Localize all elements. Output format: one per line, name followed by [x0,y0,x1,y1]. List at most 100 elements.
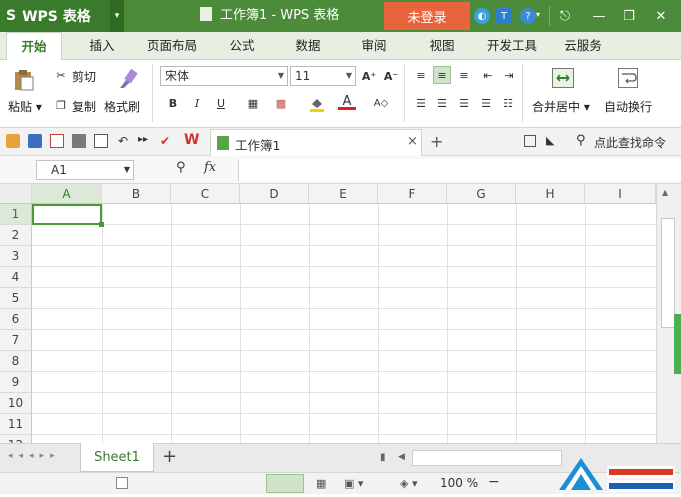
tab-view[interactable]: 视图 [420,32,464,60]
reading-mode-icon[interactable]: ◈ ▾ [400,477,417,490]
fx-button[interactable]: fx [204,160,216,175]
sheet-tab[interactable]: Sheet1 [80,443,154,472]
chevron-down-icon[interactable]: ▾ [110,0,124,32]
shrink-font-button[interactable]: A⁻ [382,67,400,85]
merge-center-icon[interactable] [552,68,574,88]
zoom-level[interactable]: 100 % [440,476,478,490]
scrollbar-thumb[interactable] [661,218,675,328]
font-size-select[interactable]: 11 ▼ [290,66,356,86]
paste-button[interactable]: 粘贴 ▾ [8,98,42,115]
align-middle-icon[interactable]: ≡ [433,66,451,84]
page-break-view-icon[interactable]: ▣ ▾ [344,477,363,490]
tab-page-layout[interactable]: 页面布局 [140,32,204,60]
tab-home[interactable]: 开始 [6,32,62,60]
column-header[interactable]: F [378,184,447,204]
italic-button[interactable]: I [188,94,206,112]
app-menu-button[interactable]: S WPS 表格 ▾ [0,0,124,32]
tab-review[interactable]: 审阅 [352,32,396,60]
align-right-icon[interactable]: ☰ [455,94,473,112]
tab-cloud[interactable]: 云服务 [556,32,610,60]
align-bottom-icon[interactable]: ≡ [455,66,473,84]
close-button[interactable]: ✕ [646,0,676,32]
macro-icon[interactable] [116,477,128,489]
split-icon[interactable]: ▮ [380,452,386,463]
justify-icon[interactable]: ☰ [477,94,495,112]
formula-input[interactable] [238,159,681,181]
select-all-corner[interactable] [0,184,32,204]
row-header[interactable]: 11 [0,414,32,435]
side-panel-handle[interactable] [674,314,681,374]
fill-color-icon[interactable] [308,96,326,112]
align-center-icon[interactable]: ☰ [433,94,451,112]
login-button[interactable]: 未登录 [384,2,470,30]
column-header[interactable]: I [585,184,656,204]
search-icon[interactable]: ⚲ [576,133,586,148]
cut-button[interactable]: 剪切 [72,68,96,85]
tab-data[interactable]: 数据 [286,32,330,60]
scissors-icon[interactable]: ✂ [52,66,70,84]
bold-button[interactable]: B [164,94,182,112]
merge-center-button[interactable]: 合并居中 ▾ [532,98,590,115]
column-header[interactable]: C [171,184,240,204]
close-tab-icon[interactable]: × [407,134,418,149]
zoom-cell-icon[interactable]: ⚲ [176,160,186,175]
grow-font-button[interactable]: A⁺ [360,67,378,85]
scroll-up-icon[interactable]: ▲ [662,188,668,197]
column-header[interactable]: G [447,184,516,204]
copy-button[interactable]: 复制 [72,98,96,115]
document-tab[interactable]: 工作簿1 × [210,129,422,156]
skin-icon[interactable]: ◐ [474,8,490,24]
distributed-icon[interactable]: ☷ [499,94,517,112]
help-chevron-icon[interactable]: ▾ [536,10,540,19]
align-left-icon[interactable]: ☰ [412,94,430,112]
wrap-text-button[interactable]: 自动换行 [604,98,652,115]
row-header[interactable]: 1 [0,204,32,225]
sheet-nav-icons[interactable]: ◂◂◂▸▸ [8,451,61,461]
row-header[interactable]: 7 [0,330,32,351]
fill-handle[interactable] [99,222,104,227]
paste-icon[interactable] [12,68,36,92]
row-header[interactable]: 12 [0,435,32,443]
underline-button[interactable]: U [212,94,230,112]
save-icon[interactable] [28,134,42,148]
align-top-icon[interactable]: ≡ [412,66,430,84]
row-header[interactable]: 3 [0,246,32,267]
command-search[interactable]: 点此查找命令 [594,134,666,151]
comment-icon[interactable]: ◣ [546,134,554,147]
clear-format-icon[interactable]: A◇ [372,94,390,112]
window-mode-icon[interactable]: ⎋ [550,0,580,32]
ribbon-toggle-icon[interactable]: ✔ [160,134,174,148]
vertical-scrollbar[interactable]: ▲ [656,184,681,443]
tab-developer[interactable]: 开发工具 [480,32,544,60]
add-sheet-button[interactable]: + [162,446,177,467]
column-header[interactable]: E [309,184,378,204]
tab-formulas[interactable]: 公式 [220,32,264,60]
help-icon[interactable]: ? [520,8,536,24]
row-header[interactable]: 8 [0,351,32,372]
restore-button[interactable]: ❐ [614,0,644,32]
export-pdf-icon[interactable] [50,134,64,148]
column-header[interactable]: D [240,184,309,204]
brush-icon[interactable] [114,68,138,90]
column-header[interactable]: A [32,184,102,204]
wps-logo-icon[interactable]: W [184,132,204,150]
new-tab-button[interactable]: + [430,132,443,151]
spreadsheet-grid[interactable]: A B C D E F G H I 1 2 3 4 5 6 7 8 9 10 1… [0,184,656,443]
wrap-text-icon[interactable] [618,68,638,88]
row-header[interactable]: 4 [0,267,32,288]
print-icon[interactable] [72,134,86,148]
format-painter-button[interactable]: 格式刷 [104,98,140,115]
page-layout-view-icon[interactable]: ▦ [316,477,326,490]
border-icon[interactable]: ▦ [244,94,262,112]
normal-view-button[interactable] [266,474,304,493]
shirt-icon[interactable]: T [496,8,512,24]
tab-insert[interactable]: 插入 [80,32,124,60]
row-header[interactable]: 9 [0,372,32,393]
increase-indent-icon[interactable]: ⇥ [500,66,518,84]
row-header[interactable]: 5 [0,288,32,309]
column-header[interactable]: B [102,184,171,204]
column-header[interactable]: H [516,184,585,204]
minimize-button[interactable]: — [584,0,614,32]
row-header[interactable]: 2 [0,225,32,246]
scroll-left-icon[interactable]: ◀ [398,452,405,462]
